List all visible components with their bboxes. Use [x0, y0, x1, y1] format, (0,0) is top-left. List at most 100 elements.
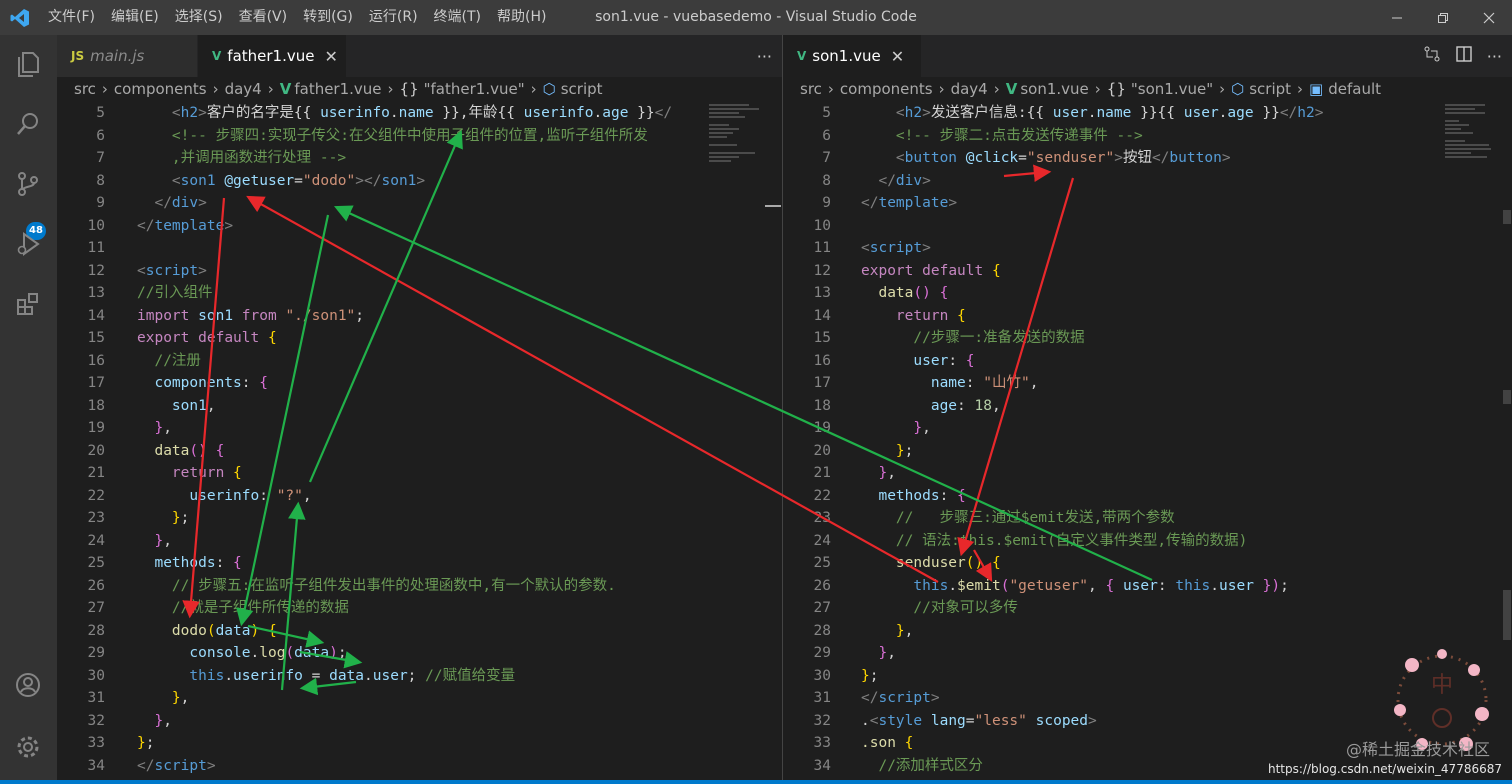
code-line[interactable]: 11 <script> [783, 237, 1512, 260]
code-line[interactable]: 25 methods: { [57, 552, 782, 575]
code-line[interactable]: 6 <!-- 步骤二:点击发送传递事件 --> [783, 125, 1512, 148]
code-line[interactable]: 34 </script> [57, 755, 782, 778]
code-line[interactable]: 21 return { [57, 462, 782, 485]
breadcrumb-item[interactable]: father1.vue [294, 80, 381, 98]
code-line[interactable]: 7 ,并调用函数进行处理 --> [57, 147, 782, 170]
close-window-icon[interactable] [1466, 0, 1512, 35]
code-line[interactable]: 18 age: 18, [783, 395, 1512, 418]
code-line[interactable]: 28 }, [783, 620, 1512, 643]
code-line[interactable]: 13 //引入组件 [57, 282, 782, 305]
code-line[interactable]: 25 senduser() { [783, 552, 1512, 575]
code-line[interactable]: 15 //步骤一:准备发送的数据 [783, 327, 1512, 350]
menu-item[interactable]: 查看(V) [231, 0, 296, 35]
run-debug-icon[interactable] [8, 224, 48, 264]
tab-main-js[interactable]: JS main.js [57, 35, 197, 77]
close-tab-icon[interactable]: ✕ [891, 47, 904, 66]
menu-item[interactable]: 终端(T) [426, 0, 489, 35]
code-line[interactable]: 18 son1, [57, 395, 782, 418]
code-line[interactable]: 8 </div> [783, 170, 1512, 193]
code-line[interactable]: 7 <button @click="senduser">按钮</button> [783, 147, 1512, 170]
code-line[interactable]: 10 </template> [57, 215, 782, 238]
breadcrumb-item[interactable]: src [800, 80, 822, 98]
code-line[interactable]: 24 // 语法:this.$emit(自定义事件类型,传输的数据) [783, 530, 1512, 553]
code-editor[interactable]: 5 <h2>客户的名字是{{ userinfo.name }},年龄{{ use… [57, 102, 782, 784]
code-line[interactable]: 10 [783, 215, 1512, 238]
breadcrumb-item[interactable]: components [114, 80, 207, 98]
code-line[interactable]: 23 }; [57, 507, 782, 530]
split-editor-icon[interactable] [1455, 45, 1473, 67]
explorer-icon[interactable] [8, 44, 48, 84]
code-line[interactable]: 33}; [57, 732, 782, 755]
breadcrumb-item[interactable]: src [74, 80, 96, 98]
tab-son1-vue[interactable]: V son1.vue ✕ [783, 35, 921, 77]
menu-item[interactable]: 转到(G) [295, 0, 361, 35]
scrollbar-thumb[interactable] [1503, 210, 1511, 224]
menu-item[interactable]: 编辑(E) [103, 0, 167, 35]
code-line[interactable]: 23 // 步骤三:通过$emit发送,带两个参数 [783, 507, 1512, 530]
code-line[interactable]: 19 }, [57, 417, 782, 440]
breadcrumb-item[interactable]: default [1328, 80, 1381, 98]
breadcrumb-item[interactable]: son1.vue [1020, 80, 1088, 98]
code-line[interactable]: 22 methods: { [783, 485, 1512, 508]
menu-item[interactable]: 文件(F) [40, 0, 103, 35]
code-line[interactable]: 24 }, [57, 530, 782, 553]
breadcrumb-item[interactable]: day4 [951, 80, 988, 98]
compare-changes-icon[interactable] [1423, 45, 1441, 67]
more-actions-icon[interactable]: ··· [1487, 47, 1502, 66]
code-line[interactable]: 29 console.log(data); [57, 642, 782, 665]
source-control-icon[interactable] [8, 164, 48, 204]
code-token: > [198, 195, 207, 211]
code-line[interactable]: 6 <!-- 步骤四:实现子传父:在父组件中使用子组件的位置,监听子组件所发 [57, 125, 782, 148]
code-line[interactable]: 8 <son1 @getuser="dodo"></son1> [57, 170, 782, 193]
code-line[interactable]: 14 import son1 from "./son1"; [57, 305, 782, 328]
breadcrumb-item[interactable]: day4 [225, 80, 262, 98]
menu-item[interactable]: 运行(R) [361, 0, 426, 35]
code-line[interactable]: 26 this.$emit("getuser", { user: this.us… [783, 575, 1512, 598]
code-line[interactable]: 16 //注册 [57, 350, 782, 373]
minimize-icon[interactable] [1374, 0, 1420, 35]
code-line[interactable]: 17 components: { [57, 372, 782, 395]
code-line[interactable]: 5 <h2>客户的名字是{{ userinfo.name }},年龄{{ use… [57, 102, 782, 125]
code-line[interactable]: 17 name: "山竹", [783, 372, 1512, 395]
code-line[interactable]: 27 //就是子组件所传递的数据 [57, 597, 782, 620]
code-line[interactable]: 12 export default { [783, 260, 1512, 283]
menu-item[interactable]: 选择(S) [167, 0, 231, 35]
restore-icon[interactable] [1420, 0, 1466, 35]
extensions-icon[interactable] [8, 284, 48, 324]
code-line[interactable]: 9 </div> [57, 192, 782, 215]
code-line[interactable]: 32 }, [57, 710, 782, 733]
close-tab-icon[interactable]: ✕ [324, 47, 337, 66]
breadcrumb-item[interactable]: "son1.vue" [1131, 80, 1213, 98]
settings-gear-icon[interactable] [8, 727, 48, 767]
breadcrumb-item[interactable]: "father1.vue" [424, 80, 525, 98]
code-line[interactable]: 30 this.userinfo = data.user; //赋值给变量 [57, 665, 782, 688]
breadcrumb-item[interactable]: script [561, 80, 603, 98]
menu-item[interactable]: 帮助(H) [489, 0, 554, 35]
code-line[interactable]: 11 [57, 237, 782, 260]
code-line[interactable]: 26 // 步骤五:在监听子组件发出事件的处理函数中,有一个默认的参数. [57, 575, 782, 598]
code-line[interactable]: 21 }, [783, 462, 1512, 485]
breadcrumb-item[interactable]: components [840, 80, 933, 98]
code-line[interactable]: 13 data() { [783, 282, 1512, 305]
more-actions-icon[interactable]: ··· [757, 47, 772, 66]
minimap[interactable] [1443, 102, 1503, 182]
minimap[interactable] [707, 102, 767, 182]
code-line[interactable]: 16 user: { [783, 350, 1512, 373]
account-icon[interactable] [8, 665, 48, 705]
code-line[interactable]: 20 data() { [57, 440, 782, 463]
code-line[interactable]: 19 }, [783, 417, 1512, 440]
code-line[interactable]: 27 //对象可以多传 [783, 597, 1512, 620]
scroll-indicator[interactable] [765, 205, 781, 207]
tab-father1-vue[interactable]: V father1.vue ✕ [198, 35, 346, 77]
code-line[interactable]: 20 }; [783, 440, 1512, 463]
code-line[interactable]: 12 <script> [57, 260, 782, 283]
code-line[interactable]: 28 dodo(data) { [57, 620, 782, 643]
code-line[interactable]: 31 }, [57, 687, 782, 710]
code-line[interactable]: 15 export default { [57, 327, 782, 350]
search-icon[interactable] [8, 104, 48, 144]
code-line[interactable]: 14 return { [783, 305, 1512, 328]
code-line[interactable]: 5 <h2>发送客户信息:{{ user.name }}{{ user.age … [783, 102, 1512, 125]
code-line[interactable]: 22 userinfo: "?", [57, 485, 782, 508]
breadcrumb-item[interactable]: script [1249, 80, 1291, 98]
code-line[interactable]: 9 </template> [783, 192, 1512, 215]
